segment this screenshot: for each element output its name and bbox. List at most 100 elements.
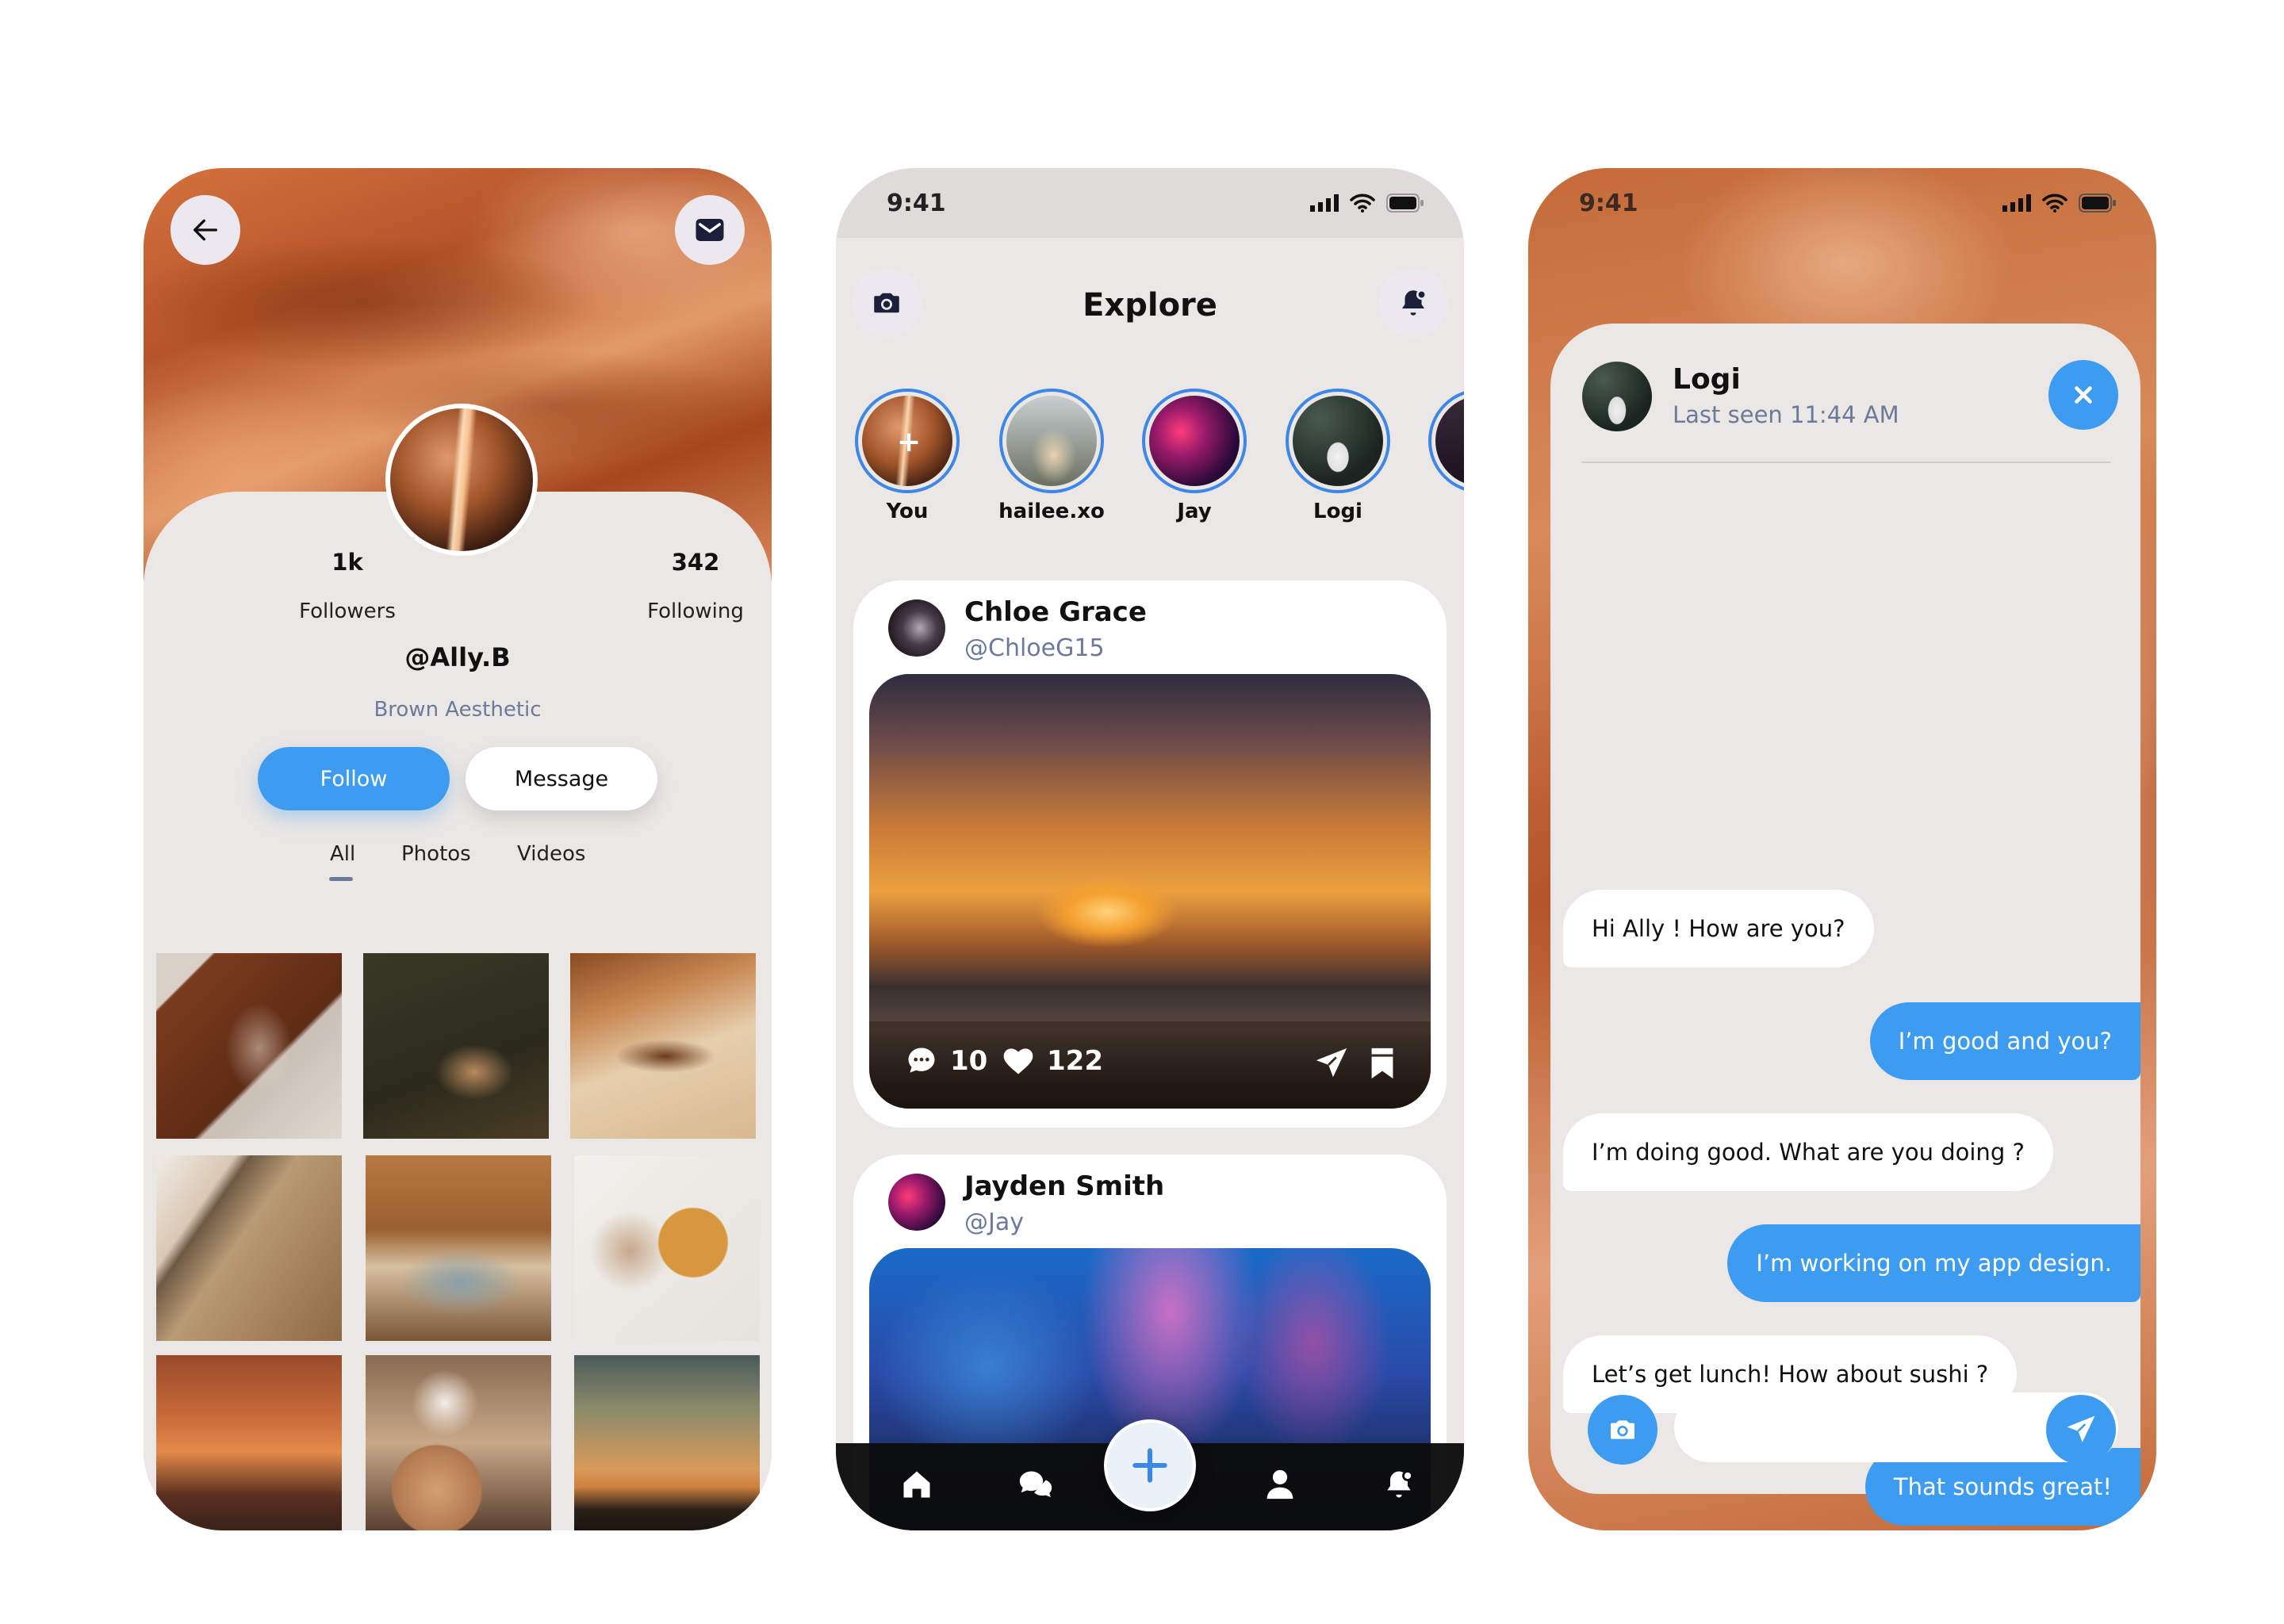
followers-stat[interactable]: 1k Followers [268,549,427,623]
notifications-button[interactable] [1378,268,1448,338]
message-button[interactable]: Message [466,747,657,810]
grid-photo[interactable] [574,1355,760,1530]
close-icon [2075,386,2092,404]
comments-button[interactable]: 10 [904,1044,987,1078]
message-bubble-outgoing: I’m good and you? [1869,1002,2140,1080]
grid-photo[interactable] [366,1355,551,1530]
status-icons [2002,193,2117,213]
post-avatar[interactable] [888,1174,945,1231]
following-stat[interactable]: 342 Following [616,549,772,623]
post-author-name[interactable]: Jayden Smith [964,1170,1164,1202]
status-time: 9:41 [1579,189,1638,217]
grid-photo[interactable] [156,1355,342,1530]
post-avatar[interactable] [888,599,945,657]
story-name: hailee.xo [998,500,1105,523]
tab-photos[interactable]: Photos [401,842,471,866]
camera-icon [1611,1420,1634,1439]
message-bubble-outgoing: I’m working on my app design. [1727,1224,2140,1302]
post-author-handle: @Jay [964,1208,1024,1236]
like-count: 122 [1047,1045,1103,1077]
active-tab-indicator [329,877,353,881]
send-button[interactable] [2046,1395,2116,1465]
signal-icon [1310,194,1339,212]
story-name: You [886,500,929,523]
following-count: 342 [671,549,720,576]
followers-count: 1k [331,549,363,576]
followers-label: Followers [299,599,396,623]
avatar[interactable] [385,404,538,556]
profile-screen: 1k Followers 342 Following @Ally.B Brown… [144,168,772,1530]
bell-icon [1402,289,1428,316]
wifi-icon [2042,193,2067,213]
post-actions: 10 122 [869,1021,1431,1109]
status-bar: 9:41 [836,168,1464,238]
follow-button[interactable]: Follow [258,747,450,810]
signal-icon [2002,194,2031,212]
story-logi[interactable]: Logi [1278,389,1397,523]
story-name: Jay [1177,500,1212,523]
profile-icon[interactable] [1264,1467,1296,1502]
add-post-button[interactable] [1104,1419,1196,1511]
home-icon[interactable] [899,1467,934,1502]
close-chat-button[interactable] [2048,360,2118,430]
share-icon[interactable] [1313,1045,1350,1082]
battery-icon [2079,193,2116,213]
bell-icon[interactable] [1382,1467,1416,1502]
comment-icon [908,1048,935,1073]
back-button[interactable] [171,195,240,265]
contact-avatar[interactable] [1582,362,1652,431]
tab-videos[interactable]: Videos [517,842,585,866]
battery-icon [1386,193,1424,213]
back-arrow-icon [194,219,217,241]
story-avatar [1435,396,1464,486]
last-seen-status: Last seen 11:44 AM [1673,401,1899,428]
story-avatar [1293,396,1383,486]
message-bubble-incoming: I’m doing good. What are you doing ? [1563,1113,2053,1191]
story-you[interactable]: + You [848,389,967,523]
story-ring [999,389,1104,493]
story-ring: + [855,389,960,493]
grid-photo[interactable] [570,953,756,1139]
story-avatar [1149,396,1240,486]
story-name: Logi [1313,500,1362,523]
post-card: Chloe Grace @ChloeG15 10 122 [853,580,1447,1128]
mail-button[interactable] [675,195,745,265]
tab-all[interactable]: All [330,842,355,866]
page-title: Explore [1083,287,1217,324]
grid-photo[interactable] [156,1155,342,1341]
story-partial[interactable]: C [1421,389,1464,523]
attach-photo-button[interactable] [1588,1395,1657,1465]
add-icon [1132,1448,1167,1483]
send-icon [2067,1415,2095,1442]
chat-icon[interactable] [1017,1467,1055,1502]
chat-panel: Logi Last seen 11:44 AM Hi Ally ! How ar… [1550,324,2140,1526]
story-avatar: + [862,396,952,486]
profile-handle: @Ally.B [404,642,511,672]
explore-screen: 9:41 Explore + You hailee.xo Jay Logi Ch… [836,168,1464,1530]
chat-screen: 9:41 Logi Last seen 11:44 AM Hi Ally ! H… [1528,168,2156,1530]
story-ring [1142,389,1247,493]
message-bubble-incoming: Hi Ally ! How are you? [1563,890,1874,967]
heart-icon [1003,1048,1033,1074]
grid-photo[interactable] [366,1155,551,1341]
contact-name: Logi [1673,363,1741,396]
status-icons [1310,193,1424,213]
bookmark-icon[interactable] [1366,1045,1399,1082]
header-divider [1582,462,2110,463]
like-button[interactable]: 122 [1001,1044,1103,1078]
story-ring [1286,389,1390,493]
comment-count: 10 [950,1045,988,1077]
profile-bio: Brown Aesthetic [374,698,542,722]
add-story-icon: + [897,426,922,458]
post-author-name[interactable]: Chloe Grace [964,596,1147,628]
status-time: 9:41 [887,189,946,217]
story-name: C [1421,500,1464,523]
story-jay[interactable]: Jay [1135,389,1254,523]
post-author-handle: @ChloeG15 [964,634,1105,662]
story-hailee[interactable]: hailee.xo [992,389,1111,523]
grid-photo[interactable] [156,953,342,1139]
grid-photo[interactable] [363,953,549,1139]
grid-photo[interactable] [574,1155,760,1341]
wifi-icon [1350,193,1375,213]
status-bar: 9:41 [1528,168,2156,238]
